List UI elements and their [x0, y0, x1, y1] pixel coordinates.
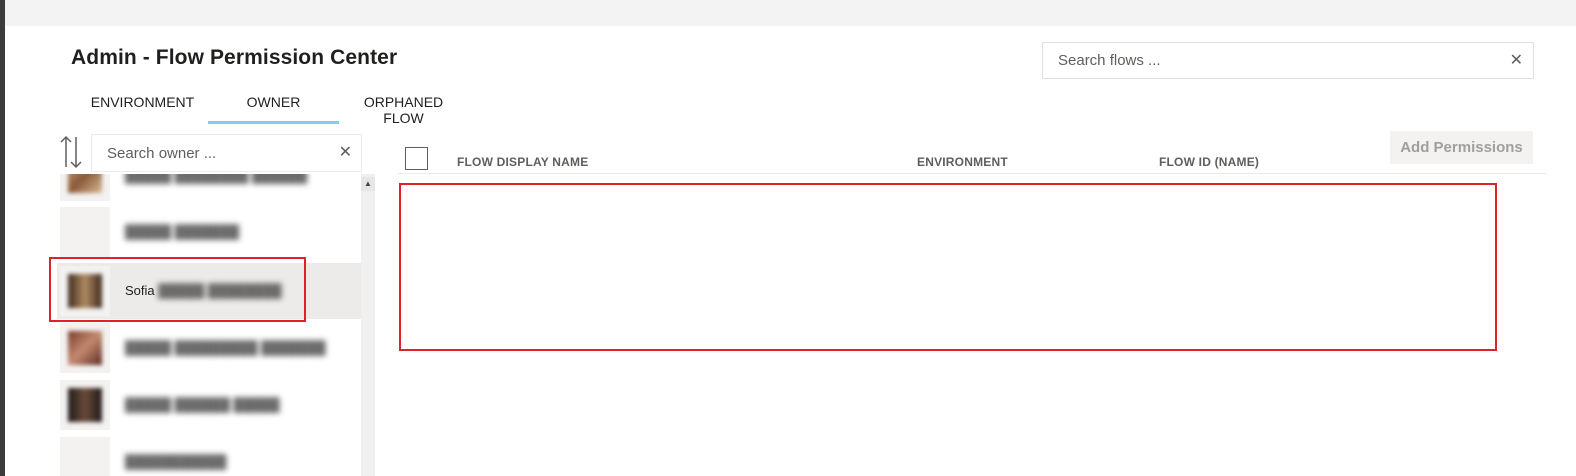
- owner-list-scrollbar[interactable]: ▲: [361, 174, 375, 476]
- owner-name-redacted: █████ ███████: [125, 224, 240, 239]
- list-item[interactable]: █████ ████████ ██████: [57, 174, 361, 204]
- list-item[interactable]: █████ █████████ ███████: [57, 320, 361, 376]
- search-owner-input[interactable]: [92, 135, 361, 171]
- window-edge: [0, 0, 5, 476]
- column-header-environment[interactable]: ENVIRONMENT: [917, 155, 1008, 169]
- tab-owner[interactable]: OWNER: [208, 86, 339, 124]
- avatar: [60, 437, 110, 476]
- owner-name-redacted: █████ ████████ ██████: [125, 174, 308, 183]
- list-item[interactable]: █████ ███████: [57, 204, 361, 260]
- owner-name-redacted: █████ █████████ ███████: [125, 340, 326, 355]
- list-item[interactable]: ███████████: [57, 434, 361, 476]
- avatar: [60, 207, 110, 257]
- column-header-flow-id[interactable]: FLOW ID (NAME): [1159, 155, 1259, 169]
- close-icon[interactable]: ✕: [1510, 52, 1523, 69]
- tab-environment[interactable]: ENVIRONMENT: [72, 86, 213, 124]
- table-header-divider: [397, 173, 1547, 174]
- owner-list: █████ ████████ ██████ █████ ███████ Sofi…: [57, 174, 375, 476]
- scroll-up-icon[interactable]: ▲: [361, 177, 375, 191]
- tab-orphaned-flow[interactable]: ORPHANED FLOW: [342, 86, 465, 126]
- owner-name-redacted: █████ ██████ █████: [125, 397, 280, 412]
- owner-name-redacted: ███████████: [125, 454, 227, 469]
- close-icon[interactable]: ✕: [339, 145, 352, 161]
- search-flows-box: ✕: [1042, 42, 1534, 79]
- search-flows-input[interactable]: [1043, 43, 1533, 78]
- top-bar: [5, 0, 1576, 26]
- empty-flow-list-highlight: [399, 183, 1497, 351]
- list-item[interactable]: █████ ██████ █████: [57, 377, 361, 433]
- avatar: [60, 174, 110, 201]
- search-owner-box: ✕: [91, 134, 362, 172]
- add-permissions-button[interactable]: Add Permissions: [1390, 131, 1533, 164]
- avatar: [60, 323, 110, 373]
- page-title: Admin - Flow Permission Center: [71, 46, 398, 69]
- select-all-checkbox[interactable]: [405, 147, 428, 170]
- avatar: [60, 380, 110, 430]
- column-header-flow-display-name[interactable]: FLOW DISPLAY NAME: [457, 155, 588, 169]
- selected-owner-highlight: [49, 257, 306, 322]
- sort-arrows-icon[interactable]: [58, 134, 84, 170]
